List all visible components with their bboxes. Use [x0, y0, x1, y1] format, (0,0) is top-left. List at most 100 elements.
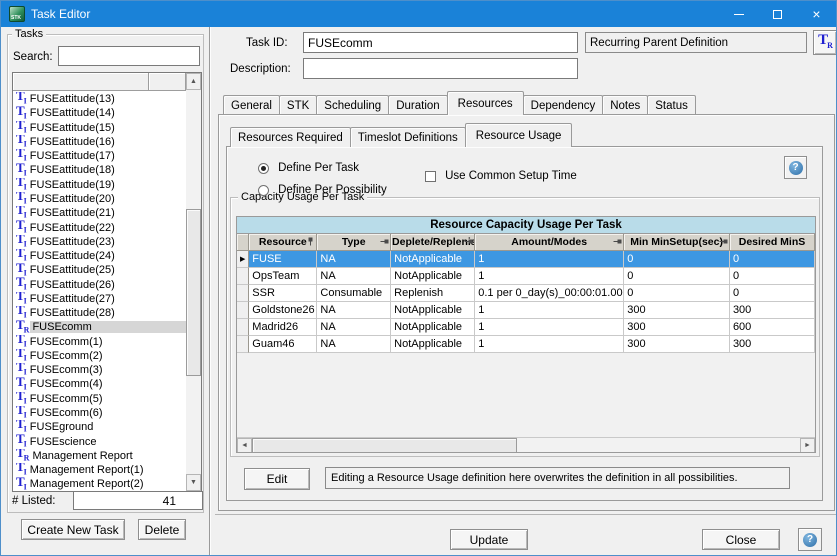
- cell-resource[interactable]: Madrid26: [249, 319, 317, 336]
- tab-resources[interactable]: Resources: [447, 91, 524, 115]
- cell-amount-modes[interactable]: 1: [475, 251, 624, 268]
- cell-min-minsetup-sec[interactable]: 0: [624, 285, 730, 302]
- tab-duration[interactable]: Duration: [388, 95, 447, 115]
- list-item-fuseattitude-22[interactable]: TIFUSEattitude(22): [14, 220, 186, 234]
- subtab-timeslot-definitions[interactable]: Timeslot Definitions: [350, 127, 466, 147]
- delete-button[interactable]: Delete: [138, 519, 186, 540]
- cell-desired-mins[interactable]: 0: [730, 285, 815, 302]
- table-row-madrid26[interactable]: Madrid26NANotApplicable1300600: [237, 319, 815, 336]
- cell-amount-modes[interactable]: 0.1 per 0_day(s)_00:00:01.000: [475, 285, 624, 302]
- list-item-fuseattitude-17[interactable]: TIFUSEattitude(17): [14, 149, 186, 163]
- list-item-fuseattitude-27[interactable]: TIFUSEattitude(27): [14, 292, 186, 306]
- cell-resource[interactable]: SSR: [249, 285, 317, 302]
- cell-amount-modes[interactable]: 1: [475, 302, 624, 319]
- scrollbar-thumb[interactable]: [252, 438, 517, 453]
- list-item-management-report-2[interactable]: TIManagement Report(2): [14, 477, 186, 491]
- cell-amount-modes[interactable]: 1: [475, 319, 624, 336]
- cell-min-minsetup-sec[interactable]: 0: [624, 268, 730, 285]
- cell-min-minsetup-sec[interactable]: 300: [624, 302, 730, 319]
- cell-deplete-replenish[interactable]: Replenish: [391, 285, 475, 302]
- edit-button[interactable]: Edit: [244, 468, 310, 490]
- table-row-guam46[interactable]: Guam46NANotApplicable1300300: [237, 336, 815, 353]
- list-item-fuseattitude-24[interactable]: TIFUSEattitude(24): [14, 249, 186, 263]
- scroll-up-icon[interactable]: ▲: [186, 73, 201, 90]
- list-item-fuseattitude-25[interactable]: TIFUSEattitude(25): [14, 263, 186, 277]
- help-button-footer[interactable]: ?: [798, 528, 822, 551]
- define-per-task-radio[interactable]: Define Per Task: [258, 162, 359, 174]
- list-item-fuseattitude-19[interactable]: TIFUSEattitude(19): [14, 178, 186, 192]
- cell-desired-mins[interactable]: 600: [730, 319, 815, 336]
- column-header-deplete-replenish[interactable]: Deplete/Replenish: [391, 234, 475, 251]
- cell-desired-mins[interactable]: 300: [730, 336, 815, 353]
- create-new-task-button[interactable]: Create New Task: [21, 519, 125, 540]
- search-input[interactable]: [58, 46, 200, 66]
- maximize-button[interactable]: [758, 1, 797, 27]
- list-item-fuseattitude-26[interactable]: TIFUSEattitude(26): [14, 277, 186, 291]
- cell-min-minsetup-sec[interactable]: 300: [624, 319, 730, 336]
- cell-deplete-replenish[interactable]: NotApplicable: [391, 251, 475, 268]
- cell-desired-mins[interactable]: 300: [730, 302, 815, 319]
- use-common-setup-time-checkbox[interactable]: Use Common Setup Time: [425, 170, 577, 182]
- cell-deplete-replenish[interactable]: NotApplicable: [391, 336, 475, 353]
- cell-type[interactable]: NA: [317, 319, 391, 336]
- cell-resource[interactable]: Goldstone26: [249, 302, 317, 319]
- list-item-fuseattitude-18[interactable]: TIFUSEattitude(18): [14, 163, 186, 177]
- list-item-fuseattitude-28[interactable]: TIFUSEattitude(28): [14, 306, 186, 320]
- list-item-fuseattitude-21[interactable]: TIFUSEattitude(21): [14, 206, 186, 220]
- list-item-fuseattitude-15[interactable]: TIFUSEattitude(15): [14, 121, 186, 135]
- cell-type[interactable]: NA: [317, 268, 391, 285]
- cell-amount-modes[interactable]: 1: [475, 336, 624, 353]
- cell-type[interactable]: NA: [317, 336, 391, 353]
- close-button[interactable]: ×: [797, 1, 836, 27]
- column-header-resource[interactable]: Resource: [249, 234, 317, 251]
- description-input[interactable]: [303, 58, 578, 79]
- task-list-scrollbar[interactable]: ▲ ▼: [186, 73, 201, 491]
- help-button[interactable]: ?: [784, 156, 807, 179]
- task-id-input[interactable]: [303, 32, 578, 53]
- list-item-fuseground[interactable]: TIFUSEground: [14, 420, 186, 434]
- column-header-amount-modes[interactable]: Amount/Modes: [475, 234, 624, 251]
- list-item-fusecomm-2[interactable]: TIFUSEcomm(2): [14, 349, 186, 363]
- tab-dependency[interactable]: Dependency: [523, 95, 604, 115]
- update-button[interactable]: Update: [450, 529, 528, 550]
- list-item-fuseattitude-13[interactable]: TIFUSEattitude(13): [14, 92, 186, 106]
- cell-type[interactable]: Consumable: [317, 285, 391, 302]
- cell-desired-mins[interactable]: 0: [730, 251, 815, 268]
- cell-resource[interactable]: FUSE: [249, 251, 317, 268]
- tab-scheduling[interactable]: Scheduling: [316, 95, 389, 115]
- scroll-left-icon[interactable]: ◄: [237, 438, 252, 453]
- list-item-fusecomm-4[interactable]: TIFUSEcomm(4): [14, 377, 186, 391]
- grid-hscrollbar[interactable]: ◄ ►: [237, 437, 815, 452]
- table-row-goldstone26[interactable]: Goldstone26NANotApplicable1300300: [237, 302, 815, 319]
- cell-resource[interactable]: OpsTeam: [249, 268, 317, 285]
- cell-type[interactable]: NA: [317, 251, 391, 268]
- subtab-resources-required[interactable]: Resources Required: [230, 127, 351, 147]
- list-item-management-report-1[interactable]: TIManagement Report(1): [14, 463, 186, 477]
- cell-amount-modes[interactable]: 1: [475, 268, 624, 285]
- table-row-fuse[interactable]: ▶FUSENANotApplicable100: [237, 251, 815, 268]
- cell-desired-mins[interactable]: 0: [730, 268, 815, 285]
- tab-general[interactable]: General: [223, 95, 280, 115]
- list-item-fusecomm-5[interactable]: TIFUSEcomm(5): [14, 392, 186, 406]
- close-dialog-button[interactable]: Close: [702, 529, 780, 550]
- list-item-fusecomm-6[interactable]: TIFUSEcomm(6): [14, 406, 186, 420]
- cell-deplete-replenish[interactable]: NotApplicable: [391, 302, 475, 319]
- list-item-fusecomm-3[interactable]: TIFUSEcomm(3): [14, 363, 186, 377]
- subtab-resource-usage[interactable]: Resource Usage: [465, 123, 573, 147]
- list-column-header[interactable]: [13, 73, 149, 91]
- minimize-button[interactable]: [719, 1, 758, 27]
- list-item-fuseattitude-14[interactable]: TIFUSEattitude(14): [14, 106, 186, 120]
- list-column-header[interactable]: [149, 73, 186, 91]
- tab-notes[interactable]: Notes: [602, 95, 648, 115]
- list-item-fuseattitude-23[interactable]: TIFUSEattitude(23): [14, 235, 186, 249]
- tab-stk[interactable]: STK: [279, 95, 317, 115]
- list-item-fuseattitude-16[interactable]: TIFUSEattitude(16): [14, 135, 186, 149]
- define-per-possibility-radio[interactable]: Define Per Possibility: [258, 184, 387, 196]
- recurring-task-button[interactable]: TR: [813, 30, 837, 55]
- list-item-fuseattitude-20[interactable]: TIFUSEattitude(20): [14, 192, 186, 206]
- column-header-min-minsetup-sec[interactable]: Min MinSetup(sec): [624, 234, 730, 251]
- cell-resource[interactable]: Guam46: [249, 336, 317, 353]
- cell-deplete-replenish[interactable]: NotApplicable: [391, 268, 475, 285]
- scroll-down-icon[interactable]: ▼: [186, 474, 201, 491]
- cell-deplete-replenish[interactable]: NotApplicable: [391, 319, 475, 336]
